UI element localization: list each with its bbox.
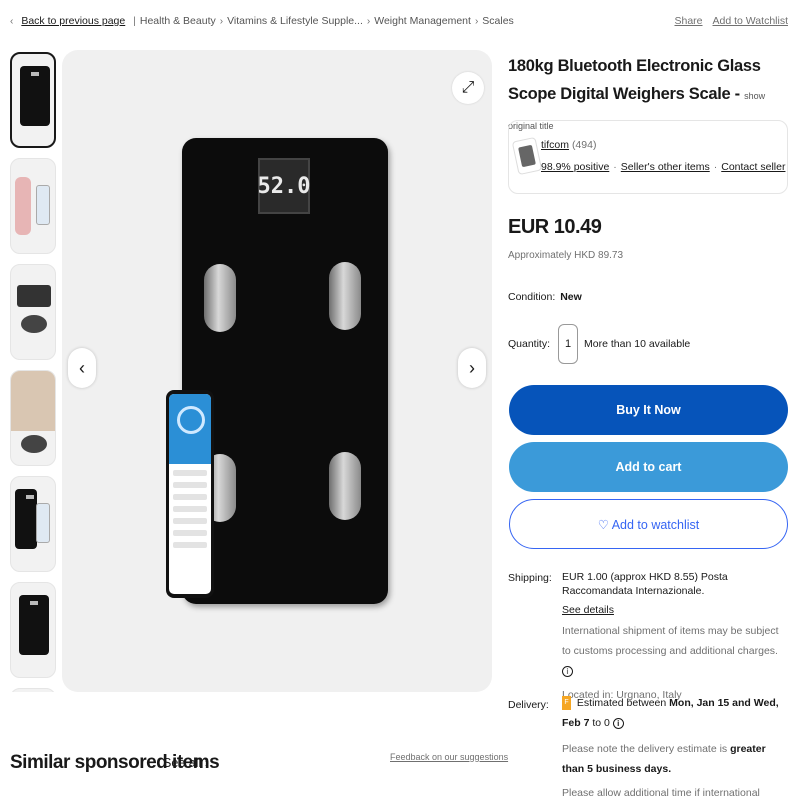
seller-links: 98.9% positive · Seller's other items · … bbox=[541, 161, 786, 173]
chevron-right-icon: › bbox=[474, 15, 479, 27]
see-details-link[interactable]: See details bbox=[562, 604, 614, 616]
breadcrumb-item[interactable]: Vitamins & Lifestyle Supple... bbox=[227, 15, 363, 27]
thumbnail-4[interactable] bbox=[10, 370, 56, 466]
availability-text: More than 10 available bbox=[584, 338, 691, 350]
seller-name-row: tifcom (494) bbox=[541, 139, 596, 151]
approx-price: Approximately HKD 89.73 bbox=[508, 250, 624, 261]
chevron-right-icon: › bbox=[366, 15, 371, 27]
delivery-estimate-prefix: Estimated between bbox=[576, 697, 667, 709]
thumbnail-6[interactable] bbox=[10, 582, 56, 678]
see-all-link[interactable]: See all › bbox=[163, 756, 209, 770]
expand-arrows-icon[interactable]: ⤢ bbox=[452, 72, 484, 104]
condition-value: New bbox=[560, 291, 582, 303]
condition-row: Condition: New bbox=[508, 291, 582, 303]
top-actions: Share Add to Watchlist bbox=[674, 15, 788, 27]
seller-other-items-link[interactable]: Seller's other items bbox=[621, 161, 710, 173]
add-to-cart-button[interactable]: Add to cart bbox=[509, 442, 788, 492]
price: EUR 10.49 bbox=[508, 216, 602, 238]
quantity-input[interactable]: 1 bbox=[558, 324, 579, 364]
condition-label: Condition: bbox=[508, 291, 556, 303]
buy-it-now-button[interactable]: Buy It Now bbox=[509, 385, 788, 435]
shipping-note: International shipment of items may be s… bbox=[562, 625, 779, 657]
breadcrumb-item[interactable]: Health & Beauty bbox=[140, 15, 216, 27]
breadcrumb: ‹ Back to previous page | Health & Beaut… bbox=[10, 15, 514, 27]
add-to-watchlist-link[interactable]: Add to Watchlist bbox=[713, 15, 788, 27]
phone-image bbox=[166, 390, 214, 598]
top-bar: ‹ Back to previous page | Health & Beaut… bbox=[10, 12, 788, 30]
shipping-info: EUR 1.00 (approx HKD 8.55) Posta Raccoma… bbox=[562, 567, 790, 705]
chevron-right-icon: | bbox=[133, 15, 136, 27]
quantity-label: Quantity: bbox=[508, 338, 551, 350]
delivery-estimate-suffix: to 0 bbox=[592, 717, 610, 729]
info-icon[interactable]: i bbox=[612, 717, 624, 729]
seller-name-link[interactable]: tifcom bbox=[541, 139, 569, 151]
electrode bbox=[329, 262, 361, 330]
delivery-note-2: Please allow additional time if internat… bbox=[562, 787, 760, 799]
shipping-main: EUR 1.00 (approx HKD 8.55) Posta Raccoma… bbox=[562, 571, 728, 597]
electrode bbox=[204, 264, 236, 332]
breadcrumb-item[interactable]: Weight Management bbox=[374, 15, 471, 27]
thumbnail-1[interactable] bbox=[10, 52, 56, 148]
share-link[interactable]: Share bbox=[674, 15, 702, 27]
delivery-label: Delivery: bbox=[508, 699, 549, 711]
seller-feedback-count: (494) bbox=[571, 139, 597, 151]
next-image-button[interactable]: › bbox=[458, 348, 486, 388]
thumbnail-strip bbox=[10, 52, 56, 692]
thumbnail-2[interactable] bbox=[10, 158, 56, 254]
info-icon[interactable]: i bbox=[562, 665, 573, 677]
thumbnail-5[interactable] bbox=[10, 476, 56, 572]
chevron-right-icon: › bbox=[219, 15, 224, 27]
flag-icon: F bbox=[562, 696, 571, 711]
seller-positive-link[interactable]: 98.9% positive bbox=[541, 161, 609, 173]
product-title-text: 180kg Bluetooth Electronic Glass Scope D… bbox=[508, 57, 761, 103]
delivery-note-1: Please note the delivery estimate is bbox=[562, 743, 728, 755]
feedback-link[interactable]: Feedback on our suggestions bbox=[390, 752, 508, 762]
previous-image-button[interactable]: ‹ bbox=[68, 348, 96, 388]
chevron-left-icon[interactable]: ‹ bbox=[10, 16, 13, 27]
delivery-info: F Estimated between Mon, Jan 15 and Wed,… bbox=[562, 693, 790, 800]
add-to-watchlist-button[interactable]: ♡ Add to watchlist bbox=[509, 499, 788, 549]
thumbnail-7[interactable] bbox=[10, 688, 56, 692]
breadcrumb-item[interactable]: Scales bbox=[482, 15, 514, 27]
quantity-row: Quantity: 1 More than 10 available bbox=[508, 324, 690, 364]
seller-avatar bbox=[511, 136, 543, 176]
contact-seller-link[interactable]: Contact seller bbox=[721, 161, 785, 173]
main-product-image[interactable]: 52.0 ⤢ ‹ › bbox=[62, 50, 492, 692]
thumbnail-3[interactable] bbox=[10, 264, 56, 360]
shipping-label: Shipping: bbox=[508, 572, 552, 584]
scale-display: 52.0 bbox=[258, 158, 311, 214]
electrode bbox=[329, 452, 361, 520]
seller-card: tifcom (494) 98.9% positive · Seller's o… bbox=[508, 120, 788, 194]
back-link[interactable]: Back to previous page bbox=[21, 15, 125, 27]
